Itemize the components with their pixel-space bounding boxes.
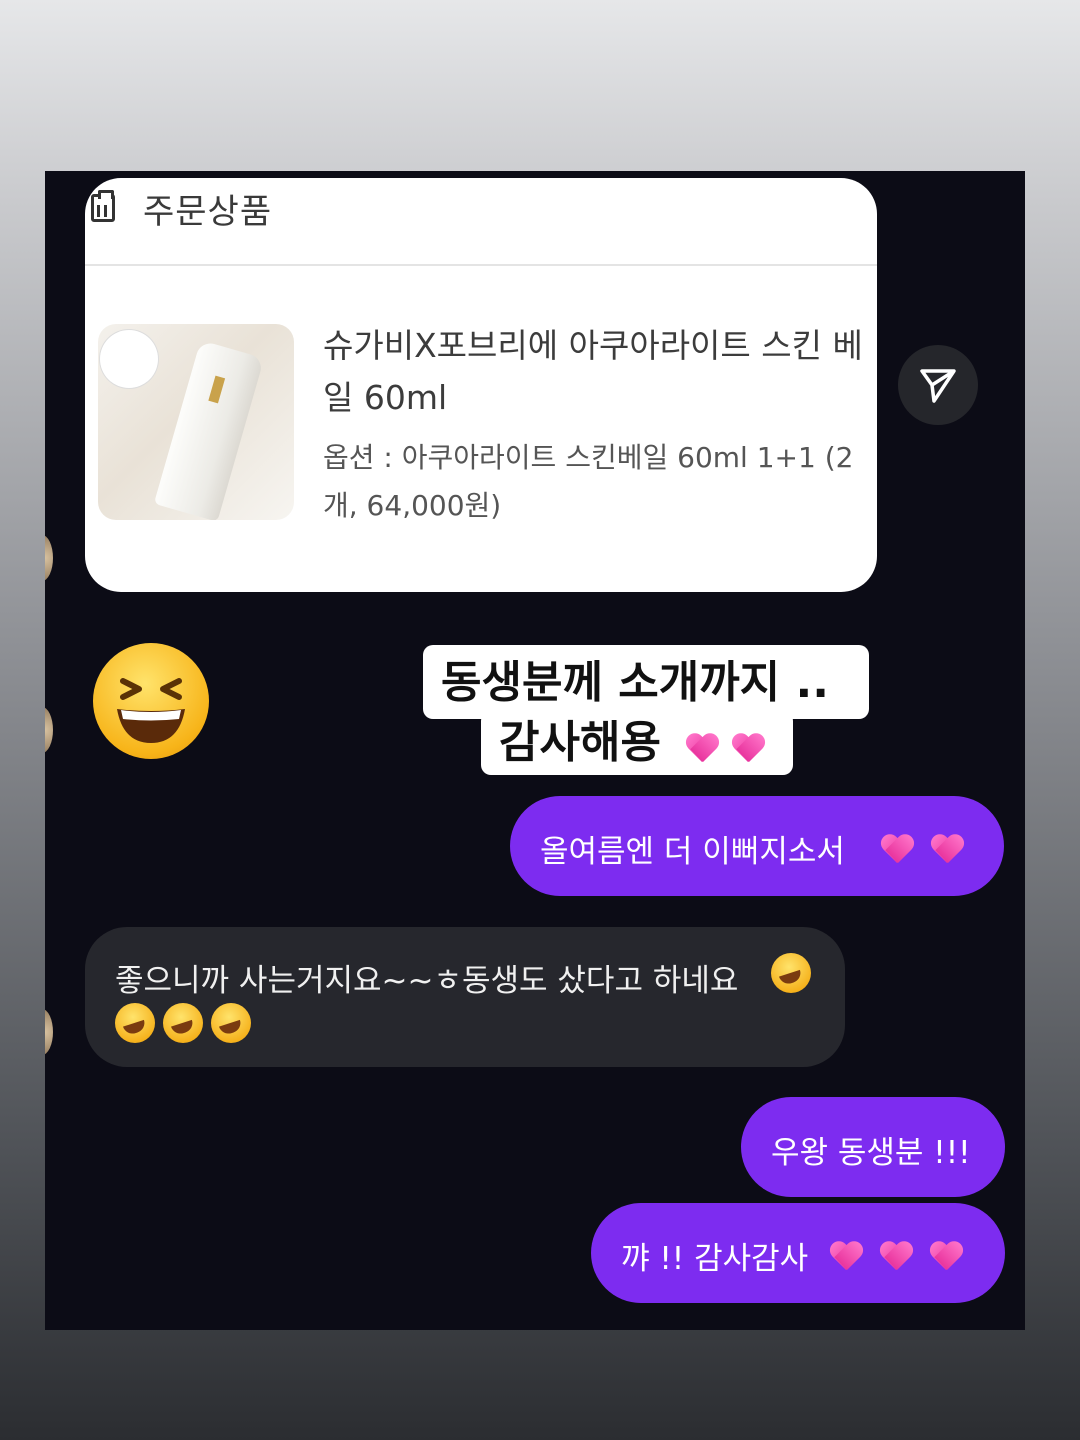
rolling-laughing-face-icon: [163, 1003, 203, 1043]
message-bubble-mine[interactable]: 꺄 !! 감사감사: [591, 1203, 1005, 1303]
laughing-face-icon: [93, 643, 209, 759]
message-bubble-mine[interactable]: 우왕 동생분 !!!: [741, 1097, 1005, 1197]
heart-icon: [929, 1242, 963, 1272]
chat-thread: 주문상품 슈가비X포브리에 아쿠아라이트 스킨 베일 60ml 옵션 : 아쿠아…: [45, 171, 1025, 1330]
sticker-caption-line2: 감사해용: [481, 711, 793, 775]
send-icon: [920, 369, 956, 403]
rolling-laughing-face-icon: [115, 1003, 155, 1043]
heart-icon: [880, 835, 914, 865]
rolling-laughing-face-icon: [771, 953, 811, 993]
sender-avatar[interactable]: [45, 1009, 53, 1055]
product-tube-image: [153, 340, 265, 520]
product-thumbnail[interactable]: [98, 324, 294, 520]
share-button[interactable]: [898, 345, 978, 425]
order-product-card[interactable]: 주문상품 슈가비X포브리에 아쿠아라이트 스킨 베일 60ml 옵션 : 아쿠아…: [85, 178, 877, 592]
message-text: 우왕 동생분 !!!: [771, 1135, 971, 1171]
message-bubble-mine[interactable]: 올여름엔 더 이뻐지소서: [510, 796, 1004, 896]
sender-avatar[interactable]: [45, 707, 53, 753]
heart-icon: [829, 1242, 863, 1272]
order-card-title: 주문상품: [143, 192, 273, 232]
heart-icon: [930, 835, 964, 865]
caption-text: 동생분께 소개까지 ..: [441, 657, 829, 708]
sticker-caption-line1: 동생분께 소개까지 ..: [423, 645, 869, 719]
message-text: 좋으니까 사는거지요~~ㅎ동생도 샀다고 하네요: [115, 963, 739, 999]
clipboard-icon: [91, 190, 115, 222]
sender-avatar[interactable]: [45, 535, 53, 581]
message-text: 올여름엔 더 이뻐지소서: [540, 834, 845, 870]
product-name[interactable]: 슈가비X포브리에 아쿠아라이트 스킨 베일 60ml: [323, 320, 863, 424]
order-card-header: 주문상품: [85, 178, 877, 266]
caption-text: 감사해용: [499, 717, 661, 768]
heart-icon: [731, 734, 765, 764]
message-bubble-theirs[interactable]: 좋으니까 사는거지요~~ㅎ동생도 샀다고 하네요: [85, 927, 845, 1067]
rolling-laughing-face-icon: [211, 1003, 251, 1043]
product-option: 옵션 : 아쿠아라이트 스킨베일 60ml 1+1 (2개, 64,000원): [323, 441, 854, 522]
heart-icon: [685, 734, 719, 764]
product-badge: [100, 330, 158, 388]
heart-icon: [879, 1242, 913, 1272]
message-text: 꺄 !! 감사감사: [621, 1241, 809, 1277]
